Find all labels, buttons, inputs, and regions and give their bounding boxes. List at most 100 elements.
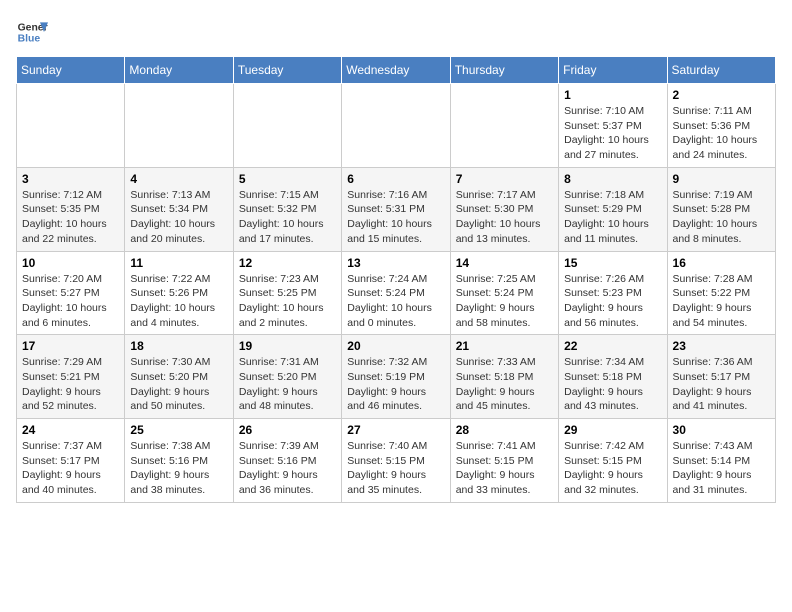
calendar-header-row: SundayMondayTuesdayWednesdayThursdayFrid… [17,57,776,84]
day-number: 30 [673,423,770,437]
day-number: 16 [673,256,770,270]
day-number: 8 [564,172,661,186]
day-info: Sunrise: 7:43 AM Sunset: 5:14 PM Dayligh… [673,439,770,498]
day-info: Sunrise: 7:22 AM Sunset: 5:26 PM Dayligh… [130,272,227,331]
day-info: Sunrise: 7:41 AM Sunset: 5:15 PM Dayligh… [456,439,553,498]
day-info: Sunrise: 7:37 AM Sunset: 5:17 PM Dayligh… [22,439,119,498]
day-number: 23 [673,339,770,353]
day-info: Sunrise: 7:28 AM Sunset: 5:22 PM Dayligh… [673,272,770,331]
day-number: 14 [456,256,553,270]
day-info: Sunrise: 7:34 AM Sunset: 5:18 PM Dayligh… [564,355,661,414]
page-header: General Blue [16,16,776,48]
day-number: 1 [564,88,661,102]
day-info: Sunrise: 7:31 AM Sunset: 5:20 PM Dayligh… [239,355,336,414]
calendar-cell: 30 Sunrise: 7:43 AM Sunset: 5:14 PM Dayli… [667,419,775,503]
day-info: Sunrise: 7:26 AM Sunset: 5:23 PM Dayligh… [564,272,661,331]
day-number: 13 [347,256,444,270]
calendar-cell [342,84,450,168]
calendar-table: SundayMondayTuesdayWednesdayThursdayFrid… [16,56,776,503]
day-number: 17 [22,339,119,353]
day-info: Sunrise: 7:12 AM Sunset: 5:35 PM Dayligh… [22,188,119,247]
calendar-cell: 11 Sunrise: 7:22 AM Sunset: 5:26 PM Dayli… [125,251,233,335]
day-info: Sunrise: 7:42 AM Sunset: 5:15 PM Dayligh… [564,439,661,498]
day-info: Sunrise: 7:20 AM Sunset: 5:27 PM Dayligh… [22,272,119,331]
calendar-cell: 8Sunrise: 7:18 AM Sunset: 5:29 PM Daylig… [559,167,667,251]
day-info: Sunrise: 7:24 AM Sunset: 5:24 PM Dayligh… [347,272,444,331]
calendar-cell: 24 Sunrise: 7:37 AM Sunset: 5:17 PM Dayli… [17,419,125,503]
calendar-week-row: 24 Sunrise: 7:37 AM Sunset: 5:17 PM Dayli… [17,419,776,503]
day-number: 21 [456,339,553,353]
day-number: 18 [130,339,227,353]
calendar-cell: 13 Sunrise: 7:24 AM Sunset: 5:24 PM Dayli… [342,251,450,335]
day-info: Sunrise: 7:38 AM Sunset: 5:16 PM Dayligh… [130,439,227,498]
calendar-cell: 29 Sunrise: 7:42 AM Sunset: 5:15 PM Dayli… [559,419,667,503]
calendar-cell: 15 Sunrise: 7:26 AM Sunset: 5:23 PM Dayli… [559,251,667,335]
calendar-cell: 19 Sunrise: 7:31 AM Sunset: 5:20 PM Dayli… [233,335,341,419]
calendar-cell: 4 Sunrise: 7:13 AM Sunset: 5:34 PM Daylig… [125,167,233,251]
calendar-cell: 22 Sunrise: 7:34 AM Sunset: 5:18 PM Dayli… [559,335,667,419]
day-info: Sunrise: 7:29 AM Sunset: 5:21 PM Dayligh… [22,355,119,414]
day-number: 6 [347,172,444,186]
svg-text:Blue: Blue [18,34,41,45]
day-info: Sunrise: 7:15 AM Sunset: 5:32 PM Dayligh… [239,188,336,247]
day-info: Sunrise: 7:16 AM Sunset: 5:31 PM Dayligh… [347,188,444,247]
calendar-cell: 17 Sunrise: 7:29 AM Sunset: 5:21 PM Dayli… [17,335,125,419]
day-info: Sunrise: 7:33 AM Sunset: 5:18 PM Dayligh… [456,355,553,414]
calendar-cell [450,84,558,168]
day-number: 24 [22,423,119,437]
day-info: Sunrise: 7:13 AM Sunset: 5:34 PM Dayligh… [130,188,227,247]
day-number: 4 [130,172,227,186]
calendar-cell: 18Sunrise: 7:30 AM Sunset: 5:20 PM Dayli… [125,335,233,419]
calendar-cell: 9Sunrise: 7:19 AM Sunset: 5:28 PM Daylig… [667,167,775,251]
day-number: 2 [673,88,770,102]
weekday-header: Sunday [17,57,125,84]
day-number: 11 [130,256,227,270]
calendar-cell: 3 Sunrise: 7:12 AM Sunset: 5:35 PM Daylig… [17,167,125,251]
weekday-header: Saturday [667,57,775,84]
calendar-week-row: 3 Sunrise: 7:12 AM Sunset: 5:35 PM Daylig… [17,167,776,251]
calendar-cell: 1Sunrise: 7:10 AM Sunset: 5:37 PM Daylig… [559,84,667,168]
calendar-week-row: 17 Sunrise: 7:29 AM Sunset: 5:21 PM Dayli… [17,335,776,419]
weekday-header: Tuesday [233,57,341,84]
calendar-cell: 6 Sunrise: 7:16 AM Sunset: 5:31 PM Daylig… [342,167,450,251]
day-info: Sunrise: 7:11 AM Sunset: 5:36 PM Dayligh… [673,104,770,163]
day-number: 9 [673,172,770,186]
day-number: 7 [456,172,553,186]
day-number: 29 [564,423,661,437]
day-number: 20 [347,339,444,353]
calendar-cell [233,84,341,168]
calendar-cell: 27Sunrise: 7:40 AM Sunset: 5:15 PM Dayli… [342,419,450,503]
calendar-cell: 28Sunrise: 7:41 AM Sunset: 5:15 PM Dayli… [450,419,558,503]
day-info: Sunrise: 7:36 AM Sunset: 5:17 PM Dayligh… [673,355,770,414]
day-info: Sunrise: 7:32 AM Sunset: 5:19 PM Dayligh… [347,355,444,414]
logo-icon: General Blue [16,16,48,48]
day-number: 10 [22,256,119,270]
calendar-cell: 14 Sunrise: 7:25 AM Sunset: 5:24 PM Dayli… [450,251,558,335]
weekday-header: Wednesday [342,57,450,84]
calendar-cell [125,84,233,168]
day-number: 5 [239,172,336,186]
day-info: Sunrise: 7:17 AM Sunset: 5:30 PM Dayligh… [456,188,553,247]
day-info: Sunrise: 7:25 AM Sunset: 5:24 PM Dayligh… [456,272,553,331]
calendar-cell: 20 Sunrise: 7:32 AM Sunset: 5:19 PM Dayli… [342,335,450,419]
day-number: 19 [239,339,336,353]
calendar-cell: 16 Sunrise: 7:28 AM Sunset: 5:22 PM Dayli… [667,251,775,335]
day-number: 15 [564,256,661,270]
calendar-cell: 21 Sunrise: 7:33 AM Sunset: 5:18 PM Dayli… [450,335,558,419]
calendar-cell: 2 Sunrise: 7:11 AM Sunset: 5:36 PM Daylig… [667,84,775,168]
day-number: 27 [347,423,444,437]
weekday-header: Friday [559,57,667,84]
weekday-header: Thursday [450,57,558,84]
weekday-header: Monday [125,57,233,84]
day-info: Sunrise: 7:39 AM Sunset: 5:16 PM Dayligh… [239,439,336,498]
calendar-week-row: 10 Sunrise: 7:20 AM Sunset: 5:27 PM Dayli… [17,251,776,335]
day-number: 3 [22,172,119,186]
calendar-cell: 7 Sunrise: 7:17 AM Sunset: 5:30 PM Daylig… [450,167,558,251]
logo: General Blue [16,16,48,48]
day-info: Sunrise: 7:23 AM Sunset: 5:25 PM Dayligh… [239,272,336,331]
calendar-week-row: 1Sunrise: 7:10 AM Sunset: 5:37 PM Daylig… [17,84,776,168]
calendar-cell: 25Sunrise: 7:38 AM Sunset: 5:16 PM Dayli… [125,419,233,503]
calendar-cell: 10 Sunrise: 7:20 AM Sunset: 5:27 PM Dayli… [17,251,125,335]
day-number: 22 [564,339,661,353]
calendar-cell: 23 Sunrise: 7:36 AM Sunset: 5:17 PM Dayli… [667,335,775,419]
